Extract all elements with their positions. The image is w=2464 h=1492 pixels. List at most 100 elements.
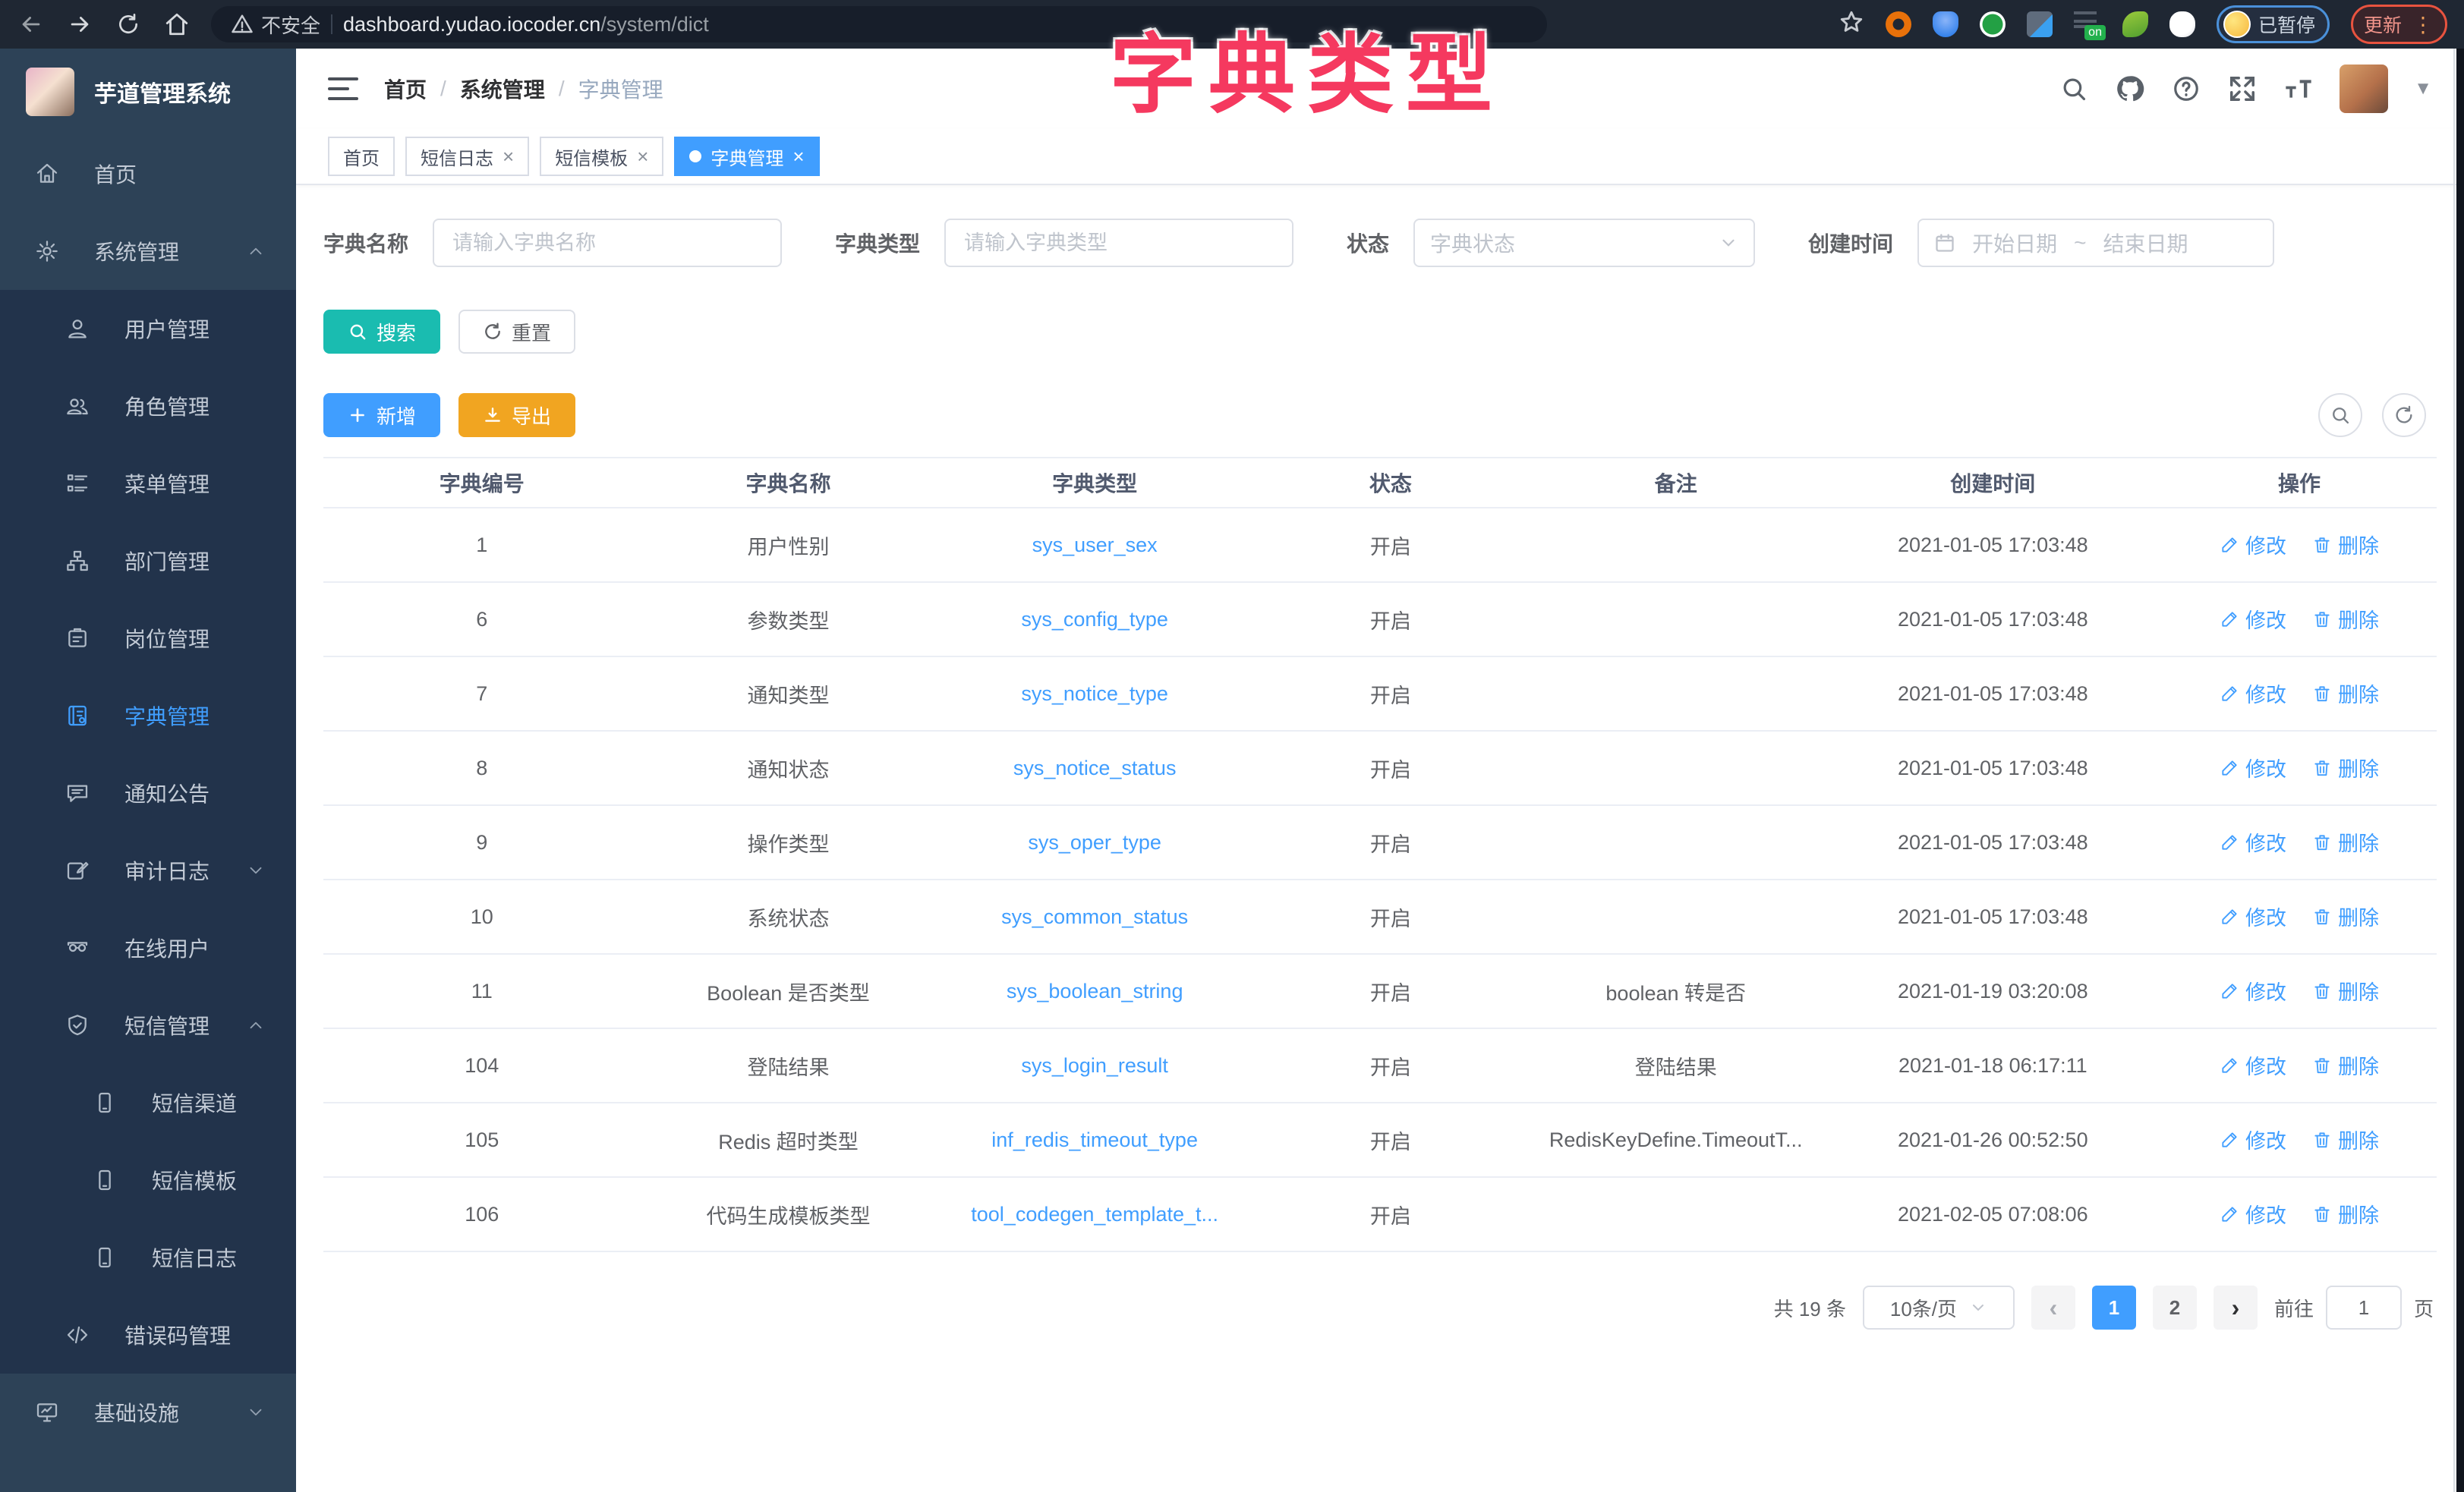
sidebar-item-role[interactable]: 角色管理 (0, 367, 296, 445)
sidebar-item-infra[interactable]: 基础设施 (0, 1374, 296, 1451)
delete-action[interactable]: 删除 (2312, 976, 2379, 1006)
breadcrumb-home[interactable]: 首页 (384, 74, 427, 104)
font-size-icon[interactable] (2283, 74, 2314, 104)
sidebar-item-menu[interactable]: 菜单管理 (0, 445, 296, 522)
dict-type-link[interactable]: sys_notice_status (1013, 757, 1177, 779)
show-search-icon[interactable] (2318, 393, 2362, 437)
delete-action[interactable]: 删除 (2312, 604, 2379, 634)
date-end-placeholder[interactable]: 结束日期 (2103, 228, 2188, 258)
dict-type-link[interactable]: tool_codegen_template_t... (971, 1203, 1218, 1226)
browser-update-button[interactable]: 更新 ⋮ (2351, 5, 2447, 44)
sidebar-item-user[interactable]: 用户管理 (0, 290, 296, 367)
dict-type-link[interactable]: sys_notice_type (1021, 682, 1168, 705)
sidebar-item-post[interactable]: 岗位管理 (0, 600, 296, 677)
dict-type-link[interactable]: inf_redis_timeout_type (991, 1128, 1198, 1151)
sidebar-item-sms-channel[interactable]: 短信渠道 (0, 1064, 296, 1141)
prev-page-button[interactable]: ‹ (2031, 1286, 2075, 1330)
delete-action[interactable]: 删除 (2312, 678, 2379, 708)
dict-type-link[interactable]: sys_config_type (1021, 608, 1168, 631)
extension-grid-icon[interactable] (2027, 11, 2053, 37)
reset-button[interactable]: 重置 (458, 310, 575, 354)
browser-back-icon[interactable] (17, 10, 46, 39)
sidebar-item-notice[interactable]: 通知公告 (0, 754, 296, 832)
delete-action[interactable]: 删除 (2312, 1199, 2379, 1229)
edit-action[interactable]: 修改 (2220, 827, 2286, 857)
dict-type-link[interactable]: sys_boolean_string (1007, 980, 1183, 1003)
edit-action[interactable]: 修改 (2220, 1199, 2286, 1229)
search-icon[interactable] (2059, 74, 2089, 104)
collapse-menu-icon[interactable] (328, 76, 358, 102)
sidebar-item-online-user[interactable]: 在线用户 (0, 909, 296, 987)
logo-row[interactable]: 芋道管理系统 (0, 49, 296, 135)
dict-type-input[interactable] (944, 219, 1293, 267)
dict-type-link[interactable]: sys_login_result (1021, 1054, 1168, 1077)
browser-menu-icon[interactable]: ⋮ (2412, 12, 2434, 37)
edit-action[interactable]: 修改 (2220, 1125, 2286, 1154)
sidebar-item-error-code[interactable]: 错误码管理 (0, 1296, 296, 1374)
page-button-1[interactable]: 1 (2092, 1286, 2136, 1330)
dict-type-link[interactable]: sys_oper_type (1028, 831, 1161, 854)
page-size-select[interactable]: 10条/页 (1863, 1286, 2015, 1330)
fullscreen-icon[interactable] (2227, 74, 2258, 104)
browser-home-icon[interactable] (162, 10, 191, 39)
extension-green-icon[interactable] (1980, 11, 2006, 37)
edit-action[interactable]: 修改 (2220, 678, 2286, 708)
delete-action[interactable]: 删除 (2312, 753, 2379, 782)
page-button-2[interactable]: 2 (2153, 1286, 2197, 1330)
edit-action[interactable]: 修改 (2220, 902, 2286, 931)
sidebar-item-audit-log[interactable]: 审计日志 (0, 832, 296, 909)
sidebar-item-sms-template[interactable]: 短信模板 (0, 1141, 296, 1219)
browser-forward-icon[interactable] (65, 10, 94, 39)
edit-action[interactable]: 修改 (2220, 1050, 2286, 1080)
breadcrumb-system[interactable]: 系统管理 (460, 74, 545, 104)
help-icon[interactable] (2171, 74, 2201, 104)
status-group: 状态 字典状态 (1347, 219, 1755, 267)
goto-page-input[interactable] (2326, 1286, 2402, 1330)
bookmark-star-icon[interactable] (1839, 9, 1864, 40)
edit-action[interactable]: 修改 (2220, 604, 2286, 634)
extension-leaf-icon[interactable] (2122, 11, 2148, 37)
tab-close-icon[interactable]: × (637, 145, 648, 168)
date-range-picker[interactable]: 开始日期 ~ 结束日期 (1917, 219, 2274, 267)
browser-reload-icon[interactable] (114, 10, 143, 39)
extension-dog-icon[interactable] (2169, 11, 2195, 37)
delete-action[interactable]: 删除 (2312, 1125, 2379, 1154)
date-start-placeholder[interactable]: 开始日期 (1972, 228, 2057, 258)
delete-action[interactable]: 删除 (2312, 827, 2379, 857)
security-warning[interactable]: 不安全 (231, 11, 320, 39)
user-avatar[interactable] (2340, 65, 2388, 113)
dict-name-input[interactable] (433, 219, 782, 267)
user-menu-caret-icon[interactable]: ▼ (2414, 78, 2432, 99)
dict-type-link[interactable]: sys_user_sex (1032, 534, 1158, 556)
sidebar-item-dict[interactable]: 字典管理 (0, 677, 296, 754)
tab-close-icon[interactable]: × (503, 145, 514, 168)
sidebar-item-dept[interactable]: 部门管理 (0, 522, 296, 600)
delete-action[interactable]: 删除 (2312, 530, 2379, 559)
github-icon[interactable] (2115, 74, 2145, 104)
extension-orange-icon[interactable] (1886, 11, 1911, 37)
sidebar-item-system[interactable]: 系统管理 (0, 212, 296, 290)
delete-action[interactable]: 删除 (2312, 1050, 2379, 1080)
tab-close-icon[interactable]: × (792, 145, 804, 168)
next-page-button[interactable]: › (2214, 1286, 2258, 1330)
status-select[interactable]: 字典状态 (1413, 219, 1755, 267)
export-button[interactable]: 导出 (458, 393, 575, 437)
paused-extension-badge[interactable]: 已暂停 (2217, 5, 2330, 43)
delete-action[interactable]: 删除 (2312, 902, 2379, 931)
search-button[interactable]: 搜索 (323, 310, 440, 354)
sidebar-item-sms[interactable]: 短信管理 (0, 987, 296, 1064)
sidebar-item-home[interactable]: 首页 (0, 135, 296, 212)
edit-action[interactable]: 修改 (2220, 530, 2286, 559)
edit-action[interactable]: 修改 (2220, 976, 2286, 1006)
extension-blue-icon[interactable] (1933, 11, 1958, 37)
refresh-table-icon[interactable] (2382, 393, 2426, 437)
add-button[interactable]: 新增 (323, 393, 440, 437)
tab-sms-template[interactable]: 短信模板× (540, 137, 663, 176)
tab-sms-log[interactable]: 短信日志× (405, 137, 529, 176)
edit-action[interactable]: 修改 (2220, 753, 2286, 782)
extension-on-icon[interactable]: on (2074, 11, 2101, 37)
tab-dict[interactable]: 字典管理× (674, 137, 819, 176)
sidebar-item-sms-log[interactable]: 短信日志 (0, 1219, 296, 1296)
tab-home[interactable]: 首页 (328, 137, 395, 176)
dict-type-link[interactable]: sys_common_status (1001, 905, 1188, 928)
